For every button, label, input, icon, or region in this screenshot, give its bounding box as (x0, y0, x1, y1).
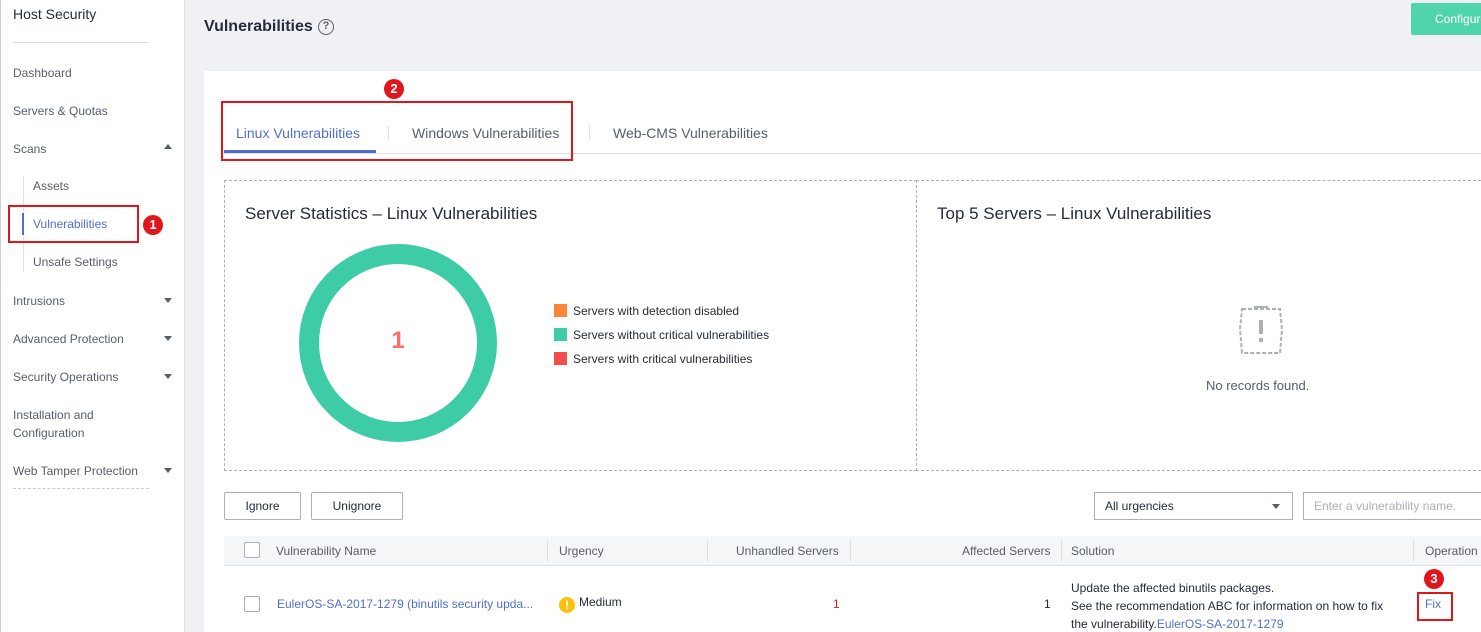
column-header-operation: Operation (1425, 544, 1478, 558)
column-header-unhandled-servers[interactable]: Unhandled Servers (736, 544, 839, 558)
solution-line: See the recommendation ABC for informati… (1071, 599, 1384, 613)
legend-without-critical: Servers without critical vulnerabilities (554, 328, 769, 342)
column-header-affected-servers[interactable]: Affected Servers (962, 544, 1051, 558)
chevron-up-icon (164, 144, 172, 149)
legend-swatch-red (554, 352, 567, 365)
vulnerability-name-link[interactable]: EulerOS-SA-2017-1279 (binutils security … (277, 597, 533, 611)
solution-text: the vulnerability. (1071, 617, 1157, 631)
legend-label: Servers without critical vulnerabilities (573, 328, 770, 342)
highlight-box-tabs (221, 101, 573, 161)
tab-divider (589, 126, 590, 140)
chevron-down-icon (164, 336, 172, 341)
column-header-urgency[interactable]: Urgency (559, 544, 604, 558)
tab-web-cms-vulnerabilities[interactable]: Web-CMS Vulnerabilities (613, 125, 768, 141)
solution-line: the vulnerability.EulerOS-SA-2017-1279 (1071, 615, 1383, 632)
sidebar-item-label: Intrusions (13, 294, 66, 308)
urgency-label: Medium (579, 595, 622, 609)
urgency-select-value: All urgencies (1105, 499, 1174, 513)
column-separator (547, 540, 548, 562)
sidebar-item-web-tamper-protection[interactable]: Web Tamper Protection (13, 462, 178, 480)
unhandled-servers-count[interactable]: 1 (833, 597, 840, 611)
sidebar-title: Host Security (13, 6, 97, 22)
solution-advisory-link[interactable]: EulerOS-SA-2017-1279 (1157, 617, 1284, 631)
column-header-vulnerability-name[interactable]: Vulnerability Name (276, 544, 376, 558)
sidebar-item-intrusions[interactable]: Intrusions (13, 292, 178, 310)
callout-badge-1: 1 (143, 215, 163, 235)
highlight-box-vulnerabilities (8, 205, 139, 243)
caret-down-icon (1272, 504, 1280, 509)
empty-clipboard-icon (1238, 306, 1284, 354)
configure-button[interactable]: Configure (1411, 3, 1481, 35)
sidebar-dashed-divider (13, 488, 149, 489)
table-header (224, 536, 1481, 566)
column-separator (850, 540, 851, 562)
column-header-solution: Solution (1071, 544, 1115, 558)
chevron-down-icon (164, 298, 172, 303)
sidebar-item-installation-configuration[interactable]: Installation and Configuration (13, 406, 123, 442)
affected-servers-count: 1 (1044, 597, 1051, 611)
column-separator (707, 540, 708, 562)
legend-label: Servers with critical vulnerabilities (573, 352, 753, 366)
chevron-down-icon (164, 468, 172, 473)
sidebar-item-advanced-protection[interactable]: Advanced Protection (13, 330, 178, 348)
row-checkbox[interactable] (244, 596, 260, 612)
sidebar-divider (13, 42, 149, 43)
ignore-button[interactable]: Ignore (224, 492, 301, 520)
solution-line: Update the affected binutils packages. (1071, 581, 1275, 595)
sidebar: Host Security Dashboard Servers & Quotas… (0, 0, 185, 632)
callout-badge-2: 2 (384, 79, 404, 99)
urgency-select[interactable]: All urgencies (1094, 492, 1293, 520)
top5-servers-title: Top 5 Servers – Linux Vulnerabilities (937, 204, 1212, 223)
solution-cell: Update the affected binutils packages. S… (1071, 579, 1383, 632)
highlight-box-fix (1417, 592, 1453, 621)
empty-state-text: No records found. (1206, 378, 1310, 393)
sidebar-item-label: Advanced Protection (13, 332, 124, 346)
unignore-button[interactable]: Unignore (311, 492, 403, 520)
sidebar-item-dashboard[interactable]: Dashboard (13, 64, 178, 82)
sidebar-item-label: Web Tamper Protection (13, 464, 138, 478)
sidebar-item-label: Scans (13, 142, 47, 156)
help-icon[interactable]: ? (318, 19, 334, 35)
warning-icon: ! (559, 597, 575, 613)
column-separator (1061, 540, 1062, 562)
sidebar-item-label: Security Operations (13, 370, 119, 384)
legend-swatch-orange (554, 304, 567, 317)
legend-with-critical: Servers with critical vulnerabilities (554, 352, 752, 366)
page-title: Vulnerabilities (204, 18, 313, 35)
donut-total-value: 1 (391, 327, 405, 354)
sidebar-item-servers-quotas[interactable]: Servers & Quotas (13, 102, 178, 120)
sidebar-item-unsafe-settings[interactable]: Unsafe Settings (33, 255, 118, 269)
chevron-down-icon (164, 374, 172, 379)
callout-badge-3: 3 (1424, 569, 1444, 589)
select-all-checkbox[interactable] (244, 542, 260, 558)
column-separator (1413, 540, 1414, 562)
server-statistics-title: Server Statistics – Linux Vulnerabilitie… (245, 204, 538, 223)
legend-swatch-green (554, 328, 567, 341)
legend-label: Servers with detection disabled (573, 304, 740, 318)
urgency-cell: ! Medium (559, 595, 622, 613)
legend-detection-disabled: Servers with detection disabled (554, 304, 739, 318)
sidebar-item-security-operations[interactable]: Security Operations (13, 368, 178, 386)
sidebar-item-scans[interactable]: Scans (13, 140, 178, 158)
sidebar-item-assets[interactable]: Assets (33, 179, 69, 193)
vulnerability-search-input[interactable] (1303, 492, 1481, 520)
